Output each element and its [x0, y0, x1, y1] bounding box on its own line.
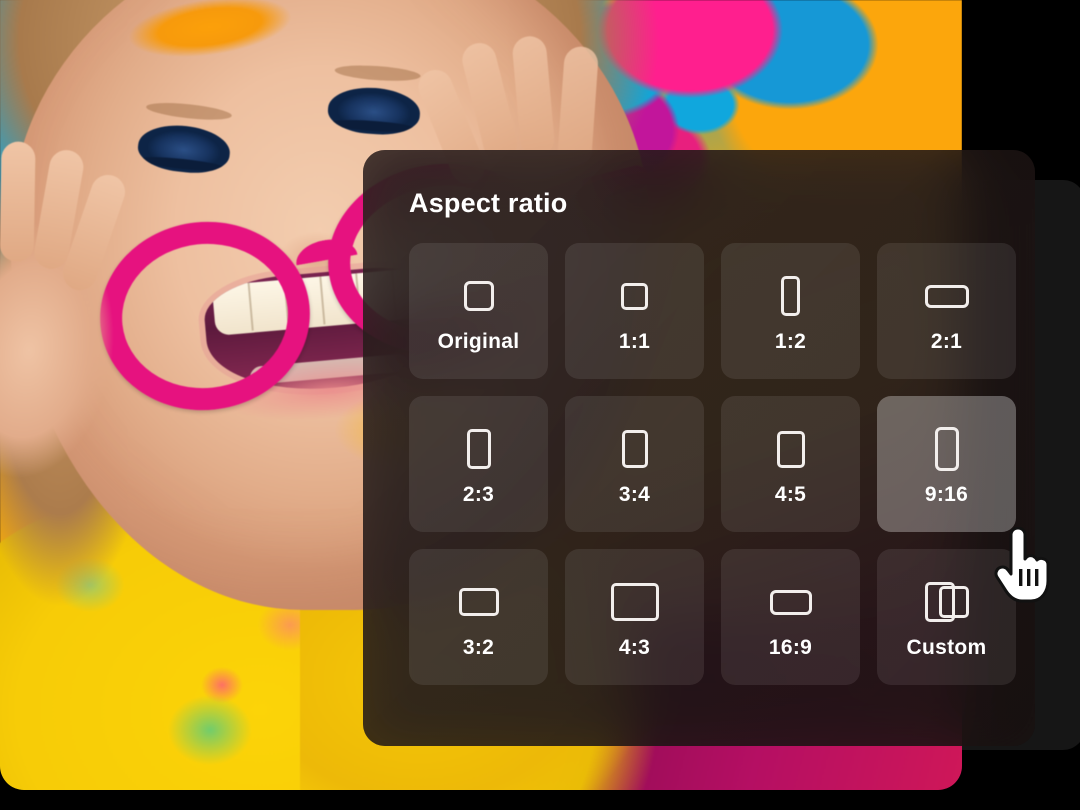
aspect-ratio-tile-label: 1:2 — [774, 330, 807, 353]
aspect-ratio-tile-label: 9:16 — [924, 483, 969, 506]
aspect-ratio-tile-9-16[interactable]: 9:16 — [877, 396, 1016, 532]
aspect-ratio-tile-label: Custom — [906, 636, 987, 659]
aspect-ratio-tile-3-2[interactable]: 3:2 — [409, 549, 548, 685]
landscape-icon — [458, 574, 499, 630]
square-icon — [621, 268, 648, 324]
aspect-ratio-tile-2-3[interactable]: 2:3 — [409, 396, 548, 532]
aspect-ratio-tile-label: 16:9 — [768, 636, 813, 659]
aspect-ratio-tile-label: 4:3 — [618, 636, 651, 659]
portrait-icon — [621, 421, 648, 477]
landscape-icon — [610, 574, 659, 630]
landscape-wide-icon — [924, 268, 969, 324]
aspect-ratio-panel: Aspect ratio Original 1:1 1:2 2:1 2:3 3:4 4:5 9… — [363, 150, 1035, 746]
custom-overlap-icon — [924, 574, 969, 630]
aspect-ratio-grid: Original 1:1 1:2 2:1 2:3 3:4 4:5 9:16 3:2 4:3 16:9… — [409, 243, 1016, 685]
landscape-wide-icon — [769, 574, 812, 630]
panel-title: Aspect ratio — [409, 188, 568, 218]
aspect-ratio-tile-1-1[interactable]: 1:1 — [565, 243, 704, 379]
aspect-ratio-tile-label: 4:5 — [774, 483, 807, 506]
aspect-ratio-tile-16-9[interactable]: 16:9 — [721, 549, 860, 685]
portrait-narrow-icon — [781, 268, 800, 324]
aspect-ratio-tile-custom[interactable]: Custom — [877, 549, 1016, 685]
orange-face-paint — [106, 0, 314, 76]
screen: Aspect ratio Original 1:1 1:2 2:1 2:3 3:4 4:5 9… — [0, 0, 1080, 810]
aspect-ratio-tile-label: Original — [437, 330, 520, 353]
aspect-ratio-tile-4-5[interactable]: 4:5 — [721, 396, 860, 532]
aspect-ratio-tile-4-3[interactable]: 4:3 — [565, 549, 704, 685]
aspect-ratio-tile-label: 2:1 — [930, 330, 963, 353]
aspect-ratio-tile-1-2[interactable]: 1:2 — [721, 243, 860, 379]
rounded-square-icon — [463, 268, 494, 324]
portrait-icon — [776, 421, 805, 477]
aspect-ratio-tile-label: 3:4 — [618, 483, 651, 506]
aspect-ratio-tile-2-1[interactable]: 2:1 — [877, 243, 1016, 379]
portrait-icon — [466, 421, 491, 477]
aspect-ratio-tile-label: 3:2 — [462, 636, 495, 659]
aspect-ratio-tile-original[interactable]: Original — [409, 243, 548, 379]
aspect-ratio-tile-label: 2:3 — [462, 483, 495, 506]
aspect-ratio-tile-label: 1:1 — [618, 330, 651, 353]
portrait-narrow-icon — [934, 421, 959, 477]
aspect-ratio-tile-3-4[interactable]: 3:4 — [565, 396, 704, 532]
